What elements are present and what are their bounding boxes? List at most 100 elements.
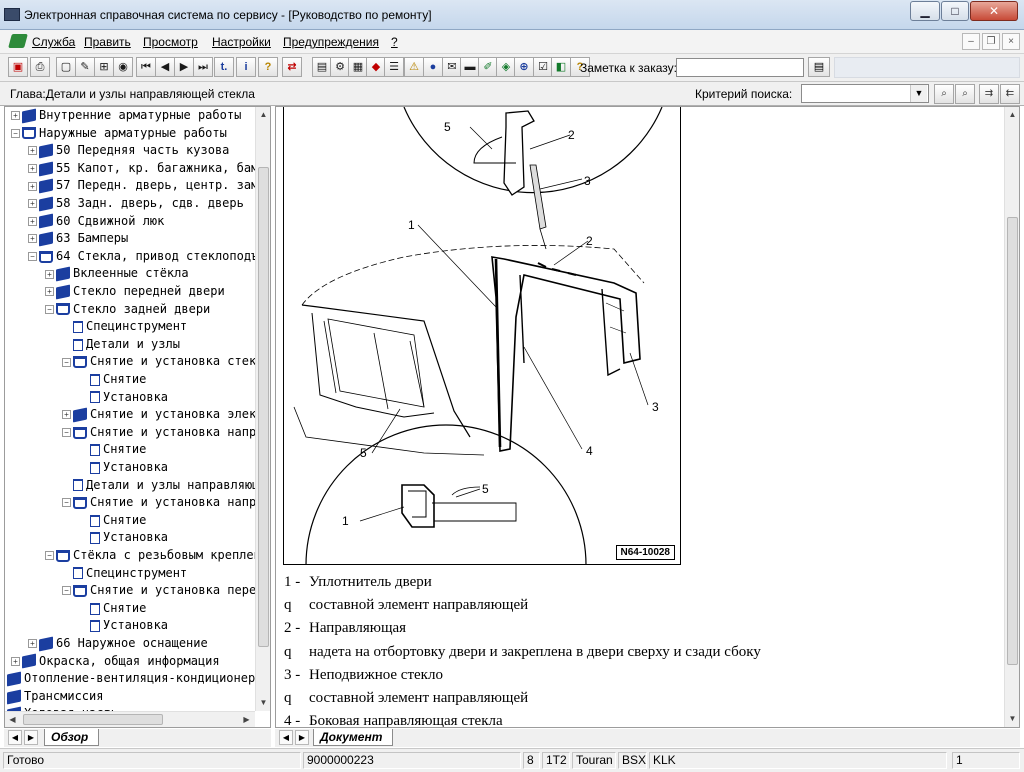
tree-item[interactable]: Снятие	[5, 371, 255, 389]
scroll-right-icon[interactable]: ▶	[239, 712, 254, 727]
mail-icon[interactable]: ✉	[442, 57, 462, 77]
collapse-icon[interactable]: −	[62, 586, 71, 596]
tree-item[interactable]: − Снятие и установка направл.	[5, 424, 255, 442]
tree-item[interactable]: +63 Бамперы	[5, 230, 255, 248]
text-icon[interactable]: t.	[214, 57, 234, 77]
scroll-down-icon[interactable]: ▼	[1005, 711, 1019, 726]
minimize-button[interactable]: ▁	[910, 1, 940, 21]
collapse-tree-button[interactable]: ⇉	[979, 84, 999, 104]
pen-icon[interactable]: ✐	[478, 57, 498, 77]
tree-item[interactable]: − Снятие и установка направл.	[5, 494, 255, 512]
menu-view[interactable]: Просмотр	[143, 35, 198, 49]
diagnose-icon[interactable]: ⊕	[514, 57, 534, 77]
expand-icon[interactable]: +	[28, 199, 37, 209]
tree-item[interactable]: Отопление-вентиляция-кондиционер	[5, 670, 255, 688]
exit-icon[interactable]: ▣	[8, 57, 28, 77]
tree-item[interactable]: Установка	[5, 529, 255, 547]
expand-icon[interactable]: +	[45, 287, 54, 297]
battery-icon[interactable]: ▬	[460, 57, 480, 77]
expand-icon[interactable]: +	[28, 164, 37, 174]
tab-prev-icon[interactable]: ◀	[8, 730, 22, 745]
maximize-button[interactable]: □	[941, 1, 969, 21]
tree-item[interactable]: +66 Наружное оснащение	[5, 635, 255, 653]
search-prev-button[interactable]: ⌕	[934, 84, 954, 104]
tree-item[interactable]: + Вклеенные стёкла	[5, 265, 255, 283]
tree-item[interactable]: Установка	[5, 389, 255, 407]
tree-item[interactable]: − 64 Стекла, привод стеклоподъемника	[5, 248, 255, 266]
tree-item[interactable]: + Внутренние арматурные работы	[5, 107, 255, 125]
tree-item[interactable]: + Стекло передней двери	[5, 283, 255, 301]
expand-icon[interactable]: +	[62, 410, 71, 420]
tree-item[interactable]: Специнструмент	[5, 565, 255, 583]
book-stack-icon[interactable]: ◧	[551, 57, 571, 77]
tree-scroll-thumb[interactable]	[258, 167, 269, 647]
swap-icon[interactable]: ⇄	[282, 57, 302, 77]
tree-item[interactable]: +57 Передн. дверь, центр. замок	[5, 177, 255, 195]
tree-item[interactable]: − Стекло задней двери	[5, 301, 255, 319]
document-scroll-thumb[interactable]	[1007, 217, 1018, 665]
order-note-input[interactable]	[676, 58, 804, 77]
tab-prev-icon[interactable]: ◀	[279, 730, 293, 745]
expand-tree-button[interactable]: ⇇	[1000, 84, 1020, 104]
tab-overview[interactable]: Обзор	[44, 729, 100, 746]
tree-item[interactable]: − Стёкла с резьбовым креплением	[5, 547, 255, 565]
collapse-icon[interactable]: −	[11, 128, 20, 138]
mdi-restore-button[interactable]: ❐	[982, 33, 1000, 50]
document-vertical-scrollbar[interactable]: ▲ ▼	[1004, 107, 1019, 727]
expand-icon[interactable]: +	[11, 656, 20, 666]
tree-item[interactable]: − Снятие и установка передн.	[5, 582, 255, 600]
scroll-up-icon[interactable]: ▲	[256, 107, 270, 122]
menu-settings[interactable]: Настройки	[212, 35, 271, 49]
menu-help[interactable]: ?	[391, 35, 398, 49]
last-icon[interactable]: ⏭	[193, 57, 213, 77]
expand-icon[interactable]: +	[11, 111, 20, 121]
search-next-button[interactable]: ⌕	[955, 84, 975, 104]
scroll-up-icon[interactable]: ▲	[1005, 107, 1019, 122]
search-criterion-select[interactable]	[801, 84, 929, 103]
tab-next-icon[interactable]: ▶	[295, 730, 309, 745]
tree-vertical-scrollbar[interactable]: ▲ ▼	[255, 107, 270, 711]
tree-item[interactable]: − Наружные арматурные работы	[5, 125, 255, 143]
order-note-button[interactable]: ▤	[808, 57, 830, 77]
first-icon[interactable]: ⏮	[136, 57, 156, 77]
tree-item[interactable]: Установка	[5, 459, 255, 477]
doc-list-icon[interactable]: ⊞	[94, 57, 114, 77]
tree-item[interactable]: +50 Передняя часть кузова	[5, 142, 255, 160]
tree-item[interactable]: + Окраска, общая информация	[5, 653, 255, 671]
mdi-minimize-button[interactable]: –	[962, 33, 980, 50]
mdi-close-button[interactable]: ×	[1002, 33, 1020, 50]
expand-icon[interactable]: +	[45, 269, 54, 279]
expand-icon[interactable]: +	[28, 181, 37, 191]
tab-document[interactable]: Документ	[313, 729, 394, 746]
collapse-icon[interactable]: −	[62, 498, 71, 508]
list-icon[interactable]: ☰	[384, 57, 404, 77]
collapse-icon[interactable]: −	[28, 252, 37, 262]
tree-item[interactable]: Установка	[5, 617, 255, 635]
collapse-icon[interactable]: −	[45, 551, 54, 561]
close-button[interactable]: ✕	[970, 1, 1018, 21]
menu-edit[interactable]: Править	[84, 35, 131, 49]
help-icon[interactable]: ?	[258, 57, 278, 77]
info-icon[interactable]: i	[236, 57, 256, 77]
expand-icon[interactable]: +	[28, 216, 37, 226]
tree-item[interactable]: Детали и узлы	[5, 336, 255, 354]
tree-item[interactable]: +58 Задн. дверь, сдв. дверь	[5, 195, 255, 213]
collapse-icon[interactable]: −	[45, 304, 54, 314]
tree-item[interactable]: +60 Сдвижной люк	[5, 213, 255, 231]
engine-icon[interactable]: ⚙	[330, 57, 350, 77]
tree-item[interactable]: Снятие	[5, 512, 255, 530]
tree-item[interactable]: Специнструмент	[5, 318, 255, 336]
previous-icon[interactable]: ◀	[155, 57, 175, 77]
red-book-icon[interactable]: ◆	[366, 57, 386, 77]
checklist-icon[interactable]: ☑	[533, 57, 553, 77]
expand-icon[interactable]: +	[28, 639, 37, 649]
print-icon[interactable]: ⎙	[30, 57, 50, 77]
tree-hscroll-thumb[interactable]	[23, 714, 163, 725]
collapse-icon[interactable]: −	[62, 428, 71, 438]
car-icon[interactable]: ◉	[113, 57, 133, 77]
tree-item[interactable]: Трансмиссия	[5, 688, 255, 706]
scroll-left-icon[interactable]: ◀	[5, 712, 20, 727]
globe-icon[interactable]: ●	[423, 57, 443, 77]
tree-item[interactable]: +55 Капот, кр. багажника, бампер	[5, 160, 255, 178]
menu-warnings[interactable]: Предупреждения	[283, 35, 379, 49]
